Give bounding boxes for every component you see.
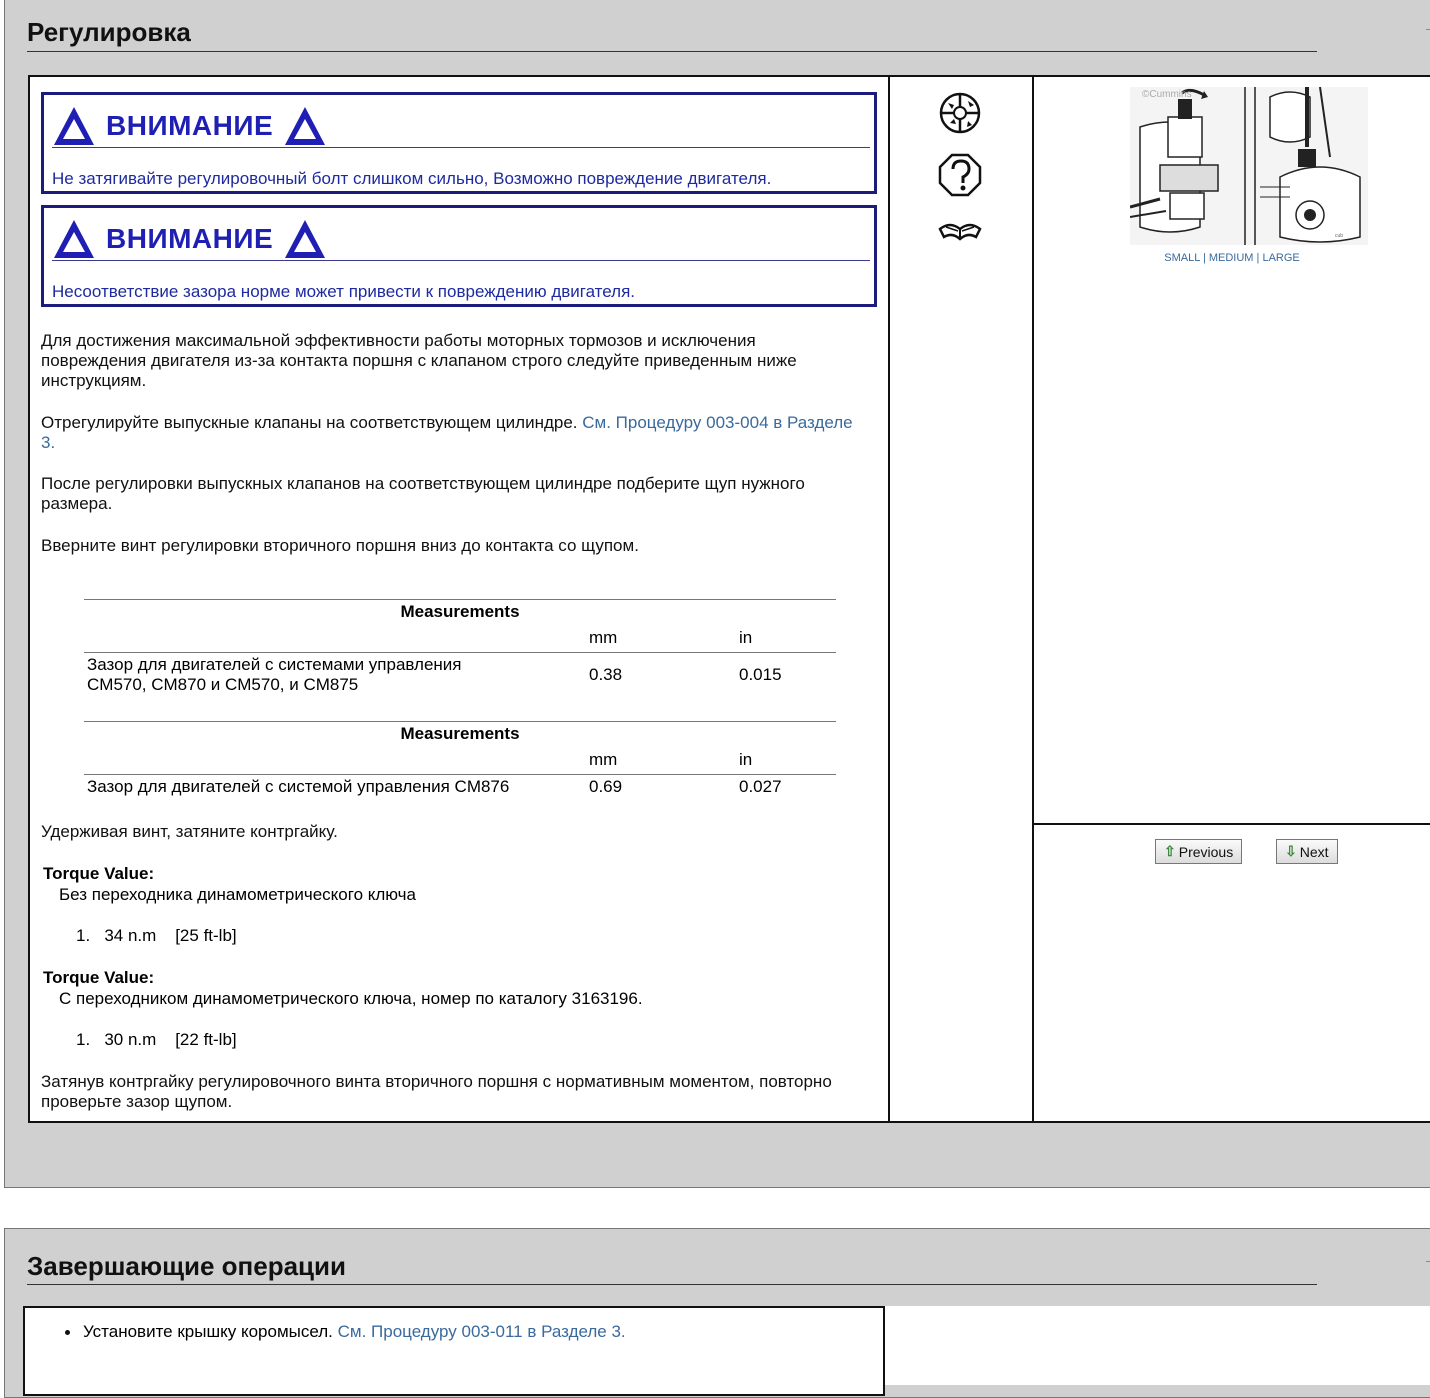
finishing-steps-list: Установите крышку коромысел. См. Процеду… [23,1306,885,1396]
warning-divider [52,147,870,148]
column-header-in: in [739,628,753,647]
torque-description: С переходником динамометрического ключа,… [59,989,643,1008]
torque-description: Без переходника динамометрического ключа [59,885,416,904]
warning-box: ВНИМАНИЕ Не затягивайте регулировочный б… [41,92,877,194]
warning-label: ВНИМАНИЕ [106,110,274,141]
svg-text:cub: cub [1335,233,1343,239]
procedure-link[interactable]: См. Процедуру 003-004 в Разделе [582,413,852,432]
list-item-text: Установите крышку коромысел. [83,1322,338,1341]
measurement-label: Зазор для двигателей с системами управле… [87,655,462,695]
previous-button[interactable]: ⇧ Previous [1155,839,1243,864]
column-divider [1034,823,1430,825]
next-label: Next [1299,843,1329,860]
image-size-links[interactable]: SMALL | MEDIUM | LARGE [1034,252,1430,264]
procedure-illustration[interactable]: cub ©Cummins [1130,87,1368,245]
table-rule [84,721,836,722]
warning-triangle-icon [54,107,94,145]
table-rule [84,774,836,775]
torque-heading: Torque Value: [43,968,155,987]
title-underline [27,1284,1317,1285]
text-line: Для достижения максимальной эффективност… [41,331,756,350]
shop-manual-icon[interactable] [938,215,982,245]
procedure-link[interactable]: См. Процедуру 003-011 в Разделе 3. [338,1322,626,1341]
instruction-paragraph: Отрегулируйте выпускные клапаны на соотв… [41,413,881,453]
help-icon[interactable] [938,153,982,197]
torque-item: 1. 34 n.m [25 ft-lb] [76,926,237,945]
text-line: проверьте зазор щупом. [41,1092,233,1111]
blank-area [885,1306,1430,1385]
tools-icon[interactable] [938,91,982,135]
text-line: инструкциям. [41,371,147,390]
table-caption: Measurements [400,724,520,743]
title-underline [27,51,1317,52]
arrow-down-icon: ⇩ [1285,843,1297,859]
text-line: повреждения двигателя из-за контакта пор… [41,351,797,370]
warning-triangle-icon [54,220,94,258]
content-column: ВНИМАНИЕ Не затягивайте регулировочный б… [28,75,890,1123]
warning-text: Не затягивайте регулировочный болт слишк… [52,169,772,188]
text-line: размера. [41,494,113,513]
value-mm: 0.69 [589,777,623,796]
warning-triangle-icon [285,220,326,258]
illustration-column: cub ©Cummins SMALL | MEDIUM | LARGE ⇧ Pr… [1034,75,1430,1123]
procedure-link[interactable]: 3. [41,433,881,453]
warning-divider [52,260,870,261]
value-in: 0.015 [739,665,782,684]
arrow-up-icon: ⇧ [1164,843,1176,859]
image-watermark: ©Cummins [1142,89,1192,100]
text-line: Зазор для двигателей с системами управле… [87,655,462,674]
adjustment-section: Регулировка ВНИМАНИЕ Не затягивайте регу… [4,0,1430,1188]
text-line: Затянув контргайку регулировочного винта… [41,1072,832,1091]
edge-tick [1426,29,1430,30]
torque-item: 1. 30 n.m [22 ft-lb] [76,1030,237,1049]
instruction-paragraph: Затянув контргайку регулировочного винта… [41,1072,881,1112]
column-header-in: in [739,750,753,769]
measurements-table: Measurements mm in Зазор для двигателей … [84,599,836,699]
bullet-icon [65,1330,70,1335]
instruction-paragraph: Для достижения максимальной эффективност… [41,331,881,391]
warning-label: ВНИМАНИЕ [106,223,274,254]
instruction-paragraph: Удерживая винт, затяните контргайку. [41,822,338,841]
warning-box: ВНИМАНИЕ Несоответствие зазора норме мож… [41,205,877,307]
instruction-paragraph: После регулировки выпускных клапанов на … [41,474,881,514]
text-line: CM570, CM870 и CM570, и CM875 [87,675,359,694]
edge-tick [1426,1261,1430,1262]
measurements-table: Measurements mm in Зазор для двигателей … [84,721,836,801]
previous-label: Previous [1178,843,1234,860]
value-in: 0.027 [739,777,782,796]
section-title: Завершающие операции [27,1251,347,1281]
instruction-paragraph: Вверните винт регулировки вторичного пор… [41,536,639,555]
torque-heading: Torque Value: [43,864,155,883]
warning-text: Несоответствие зазора норме может привес… [52,282,636,301]
icon-column [890,75,1034,1123]
value-mm: 0.38 [589,665,623,684]
next-button[interactable]: ⇩ Next [1276,839,1338,864]
text-line: Отрегулируйте выпускные клапаны на соотв… [41,413,583,432]
section-title: Регулировка [27,17,191,47]
column-header-mm: mm [589,750,618,769]
table-rule [84,599,836,600]
measurement-label: Зазор для двигателей с системой управлен… [87,777,510,796]
warning-heading: ВНИМАНИЕ [52,103,327,149]
text-line: После регулировки выпускных клапанов на … [41,474,805,493]
warning-heading: ВНИМАНИЕ [52,216,327,262]
list-item: Установите крышку коромысел. См. Процеду… [83,1322,626,1342]
column-header-mm: mm [589,628,618,647]
table-rule [84,652,836,653]
warning-triangle-icon [285,107,326,145]
table-caption: Measurements [400,602,520,621]
